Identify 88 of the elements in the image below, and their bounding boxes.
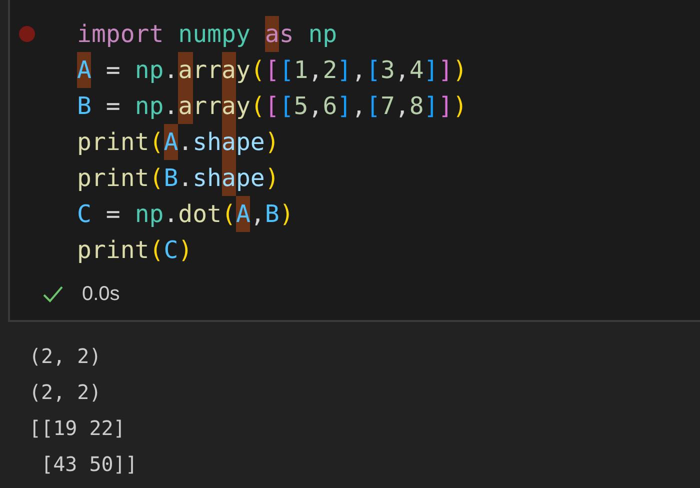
- code-token: B: [77, 91, 92, 122]
- highlighted-code-token: a: [178, 52, 193, 88]
- code-token: [: [366, 55, 381, 86]
- code-token: 5: [294, 91, 308, 122]
- code-token: .: [178, 163, 193, 194]
- code-token: ,: [352, 55, 366, 86]
- code-token: 4: [409, 55, 424, 86]
- code-token: [: [264, 91, 280, 122]
- code-token: [: [264, 55, 280, 86]
- code-token: C: [164, 235, 178, 266]
- code-token: ): [452, 91, 468, 122]
- code-token: print: [77, 235, 150, 266]
- code-token: =: [104, 199, 122, 230]
- highlighted-code-token: A: [77, 52, 92, 88]
- code-token: ): [178, 235, 193, 266]
- highlighted-code-token: a: [222, 160, 236, 196]
- code-token: B: [164, 163, 178, 194]
- code-token: [: [279, 91, 294, 122]
- output-line: [[19 22]: [29, 415, 126, 442]
- code-token: ,: [308, 91, 323, 122]
- code-token: B: [264, 199, 280, 230]
- code-token: y: [236, 91, 250, 122]
- highlighted-code-token: A: [164, 124, 178, 160]
- highlighted-code-token: a: [178, 88, 193, 124]
- code-token: ,: [352, 91, 366, 122]
- code-token: (: [250, 55, 265, 86]
- code-token: sh: [192, 127, 222, 158]
- code-token: .: [164, 199, 178, 230]
- code-token: =: [104, 91, 122, 122]
- code-token: C: [77, 199, 92, 230]
- code-token: 1: [294, 55, 308, 86]
- code-token: y: [236, 55, 250, 86]
- code-token: dot: [178, 199, 222, 230]
- code-token: import: [77, 19, 165, 50]
- execution-time: 0.0s: [82, 282, 120, 306]
- code-token: (: [149, 163, 164, 194]
- code-token: ): [452, 55, 468, 86]
- code-token: pe: [236, 163, 265, 194]
- highlighted-code-token: A: [236, 196, 250, 232]
- code-token: ,: [394, 91, 410, 122]
- highlighted-code-token: a: [222, 52, 236, 88]
- code-token: .: [164, 55, 178, 86]
- code-token: 3: [380, 55, 395, 86]
- code-token: print: [77, 127, 150, 158]
- output-line: (2, 2): [29, 343, 102, 370]
- code-token: numpy: [178, 19, 252, 50]
- code-token: ): [264, 127, 280, 158]
- code-token: ]: [424, 91, 438, 122]
- code-token: rr: [192, 55, 222, 86]
- code-token: ,: [308, 55, 323, 86]
- code-token: print: [77, 163, 150, 194]
- code-token: (: [250, 91, 265, 122]
- code-token: np: [134, 55, 164, 86]
- code-token: =: [104, 55, 122, 86]
- code-token: ]: [337, 91, 352, 122]
- code-token: (: [149, 127, 164, 158]
- code-cell[interactable]: import numpy as np A = np.a rray([[1,2],[3,4]]) B = np.a rray([[5,6],[7,8]]) print(A.shape) print(B.shape) C = np.dot(A,B) print(C) 0.0s: [8, 0, 700, 322]
- code-token: [: [279, 55, 294, 86]
- code-token: 8: [409, 91, 424, 122]
- code-token: ,: [394, 55, 410, 86]
- code-token: ]: [438, 91, 453, 122]
- code-token: .: [164, 91, 178, 122]
- code-token: ]: [438, 55, 453, 86]
- output-line: [43 50]]: [40, 451, 138, 478]
- code-token: np: [134, 91, 164, 122]
- code-token: rr: [192, 91, 222, 122]
- code-token: 2: [322, 55, 338, 86]
- code-token: np: [308, 19, 338, 50]
- code-token: ]: [337, 55, 352, 86]
- code-token: (: [222, 199, 236, 230]
- highlighted-code-token: a: [222, 124, 236, 160]
- highlighted-code-token: a: [222, 88, 236, 124]
- code-token: s: [279, 19, 295, 50]
- code-token: [: [366, 91, 381, 122]
- breakpoint-icon[interactable]: [19, 26, 35, 42]
- output-line: (2, 2): [29, 379, 102, 406]
- code-token: ,: [250, 199, 265, 230]
- code-token: ): [279, 199, 294, 230]
- code-token: ]: [424, 55, 438, 86]
- code-token: .: [178, 127, 193, 158]
- code-token: ): [264, 163, 280, 194]
- code-token: 6: [322, 91, 338, 122]
- code-token: pe: [236, 127, 265, 158]
- code-token: sh: [192, 163, 222, 194]
- highlighted-code-token: a: [264, 16, 280, 52]
- code-token: 7: [380, 91, 395, 122]
- code-token: np: [134, 199, 164, 230]
- code-token: (: [149, 235, 164, 266]
